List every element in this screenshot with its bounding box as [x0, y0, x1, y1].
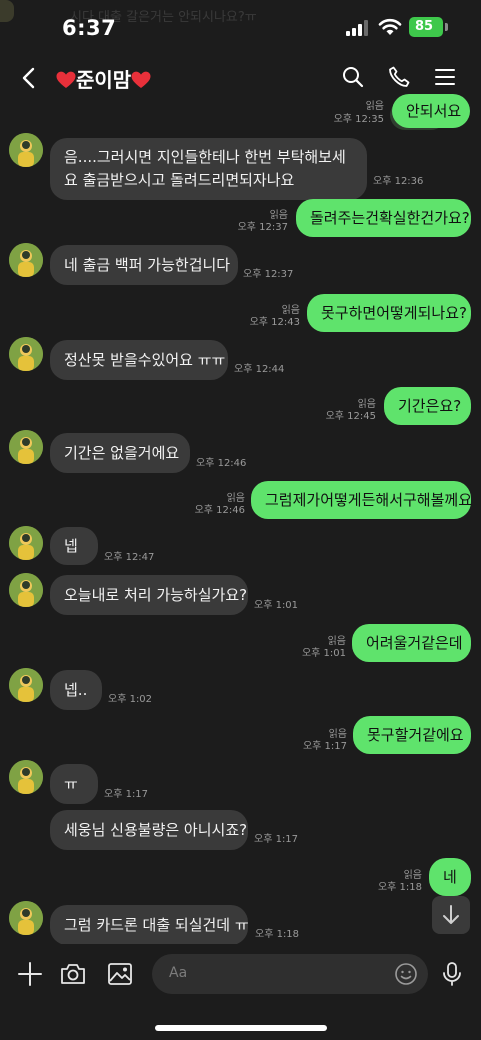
message-input[interactable]: Aa: [152, 954, 428, 994]
message-time: 오후 12:46: [194, 505, 245, 516]
search-icon[interactable]: [341, 65, 365, 89]
home-indicator: [155, 1025, 327, 1031]
phone-icon[interactable]: [387, 65, 411, 89]
message-time: 오후 1:18: [255, 929, 300, 940]
message-input-placeholder: Aa: [169, 965, 188, 981]
message-bubble[interactable]: 넵: [50, 527, 98, 565]
status-bar: 시다 대출 갈은거는 안되시나요?ㅠ 6:37 85: [0, 0, 481, 56]
message-bubble[interactable]: ㅠ: [50, 764, 98, 804]
message-bubble[interactable]: 안되서요: [392, 94, 470, 128]
message-time: 오후 12:43: [249, 317, 300, 328]
message-time: 오후 12:46: [196, 458, 247, 469]
camera-icon[interactable]: [59, 960, 87, 988]
peek-avatar: [0, 0, 14, 22]
message-bubble[interactable]: 음....그러시면 지인들한테나 한번 부탁해보세요 출금받으시고 돌려드리면되…: [50, 138, 367, 200]
message-bubble[interactable]: 기간은 없을거에요: [50, 433, 190, 473]
read-receipt: 읽음: [269, 210, 288, 221]
chat-title-text: 준이맘: [76, 68, 132, 92]
wifi-icon: [378, 18, 402, 35]
signal-icon: [346, 20, 368, 36]
message-bubble[interactable]: 세웅님 신용불량은 아니시죠?: [50, 810, 248, 850]
emoji-icon[interactable]: [394, 962, 418, 986]
battery-nub: [445, 23, 448, 31]
mic-icon[interactable]: [438, 960, 466, 988]
message-bubble[interactable]: 정산못 받을수있어요 ㅠㅠ: [50, 340, 228, 380]
message-bubble[interactable]: 그럼제가어떻게든해서구해볼께요: [251, 481, 472, 519]
message-time: 오후 12:36: [373, 176, 424, 187]
avatar-image: [9, 573, 43, 607]
read-receipt: 읽음: [327, 636, 346, 647]
read-receipt: 읽음: [403, 870, 422, 881]
message-time: 오후 1:17: [104, 789, 149, 800]
avatar[interactable]: [9, 133, 43, 167]
read-receipt: 읽음: [281, 305, 300, 316]
message-bubble[interactable]: 못구하면어떻게되나요?: [307, 294, 471, 332]
avatar-image: [9, 760, 43, 794]
avatar-image: [9, 337, 43, 371]
message-time: 오후 12:45: [325, 411, 376, 422]
avatar[interactable]: [9, 243, 43, 277]
scroll-to-bottom-button[interactable]: [432, 896, 470, 934]
chat-title[interactable]: 준이맘: [56, 64, 151, 93]
avatar[interactable]: [9, 573, 43, 607]
heart-icon: [131, 71, 151, 88]
message-time: 오후 12:35: [333, 114, 384, 125]
avatar-image: [9, 243, 43, 277]
message-bubble[interactable]: 기간은요?: [384, 387, 471, 425]
message-bubble[interactable]: 어려울거같은데: [352, 624, 471, 662]
avatar[interactable]: [9, 337, 43, 371]
message-time: 오후 1:01: [254, 600, 299, 611]
avatar[interactable]: [9, 760, 43, 794]
message-time: 오후 12:37: [237, 222, 288, 233]
input-bar: Aa: [0, 944, 481, 1040]
message-time: 오후 1:02: [108, 694, 153, 705]
message-time: 오후 1:17: [254, 834, 299, 845]
avatar[interactable]: [9, 430, 43, 464]
message-bubble[interactable]: 못구할거같에요: [353, 716, 471, 754]
message-bubble[interactable]: 네: [429, 858, 471, 896]
read-receipt: 읽음: [357, 399, 376, 410]
message-bubble[interactable]: 넵..: [50, 670, 102, 710]
status-time: 6:37: [62, 16, 117, 40]
message-time: 오후 1:18: [377, 882, 422, 893]
avatar[interactable]: [9, 668, 43, 702]
arrow-down-icon: [443, 905, 459, 924]
avatar[interactable]: [9, 901, 43, 935]
avatar-image: [9, 668, 43, 702]
avatar-image: [9, 526, 43, 560]
message-time: 오후 12:37: [243, 269, 294, 280]
heart-icon: [56, 71, 76, 88]
message-time: 오후 12:47: [104, 552, 155, 563]
avatar-image: [9, 901, 43, 935]
plus-icon[interactable]: [16, 960, 44, 988]
avatar-image: [9, 133, 43, 167]
avatar[interactable]: [9, 526, 43, 560]
message-bubble[interactable]: 오늘내로 처리 가능하실가요?: [50, 575, 248, 615]
battery-icon: 85: [409, 17, 443, 37]
message-bubble[interactable]: 돌려주는건확실한건가요?: [296, 199, 471, 237]
read-receipt: 읽음: [365, 101, 384, 112]
back-icon[interactable]: [18, 66, 40, 90]
message-time: 오후 12:44: [234, 364, 285, 375]
avatar-image: [9, 430, 43, 464]
read-receipt: 읽음: [328, 729, 347, 740]
menu-icon[interactable]: [433, 65, 457, 89]
message-time: 오후 1:01: [301, 648, 346, 659]
gallery-icon[interactable]: [106, 960, 134, 988]
message-bubble[interactable]: 네 출금 백퍼 가능한겁니다: [50, 245, 238, 285]
read-receipt: 읽음: [226, 493, 245, 504]
message-bubble[interactable]: 그럼 카드론 대출 되실건데 ㅠ: [50, 905, 249, 945]
message-time: 오후 1:17: [302, 741, 347, 752]
battery-level: 85: [414, 19, 434, 34]
